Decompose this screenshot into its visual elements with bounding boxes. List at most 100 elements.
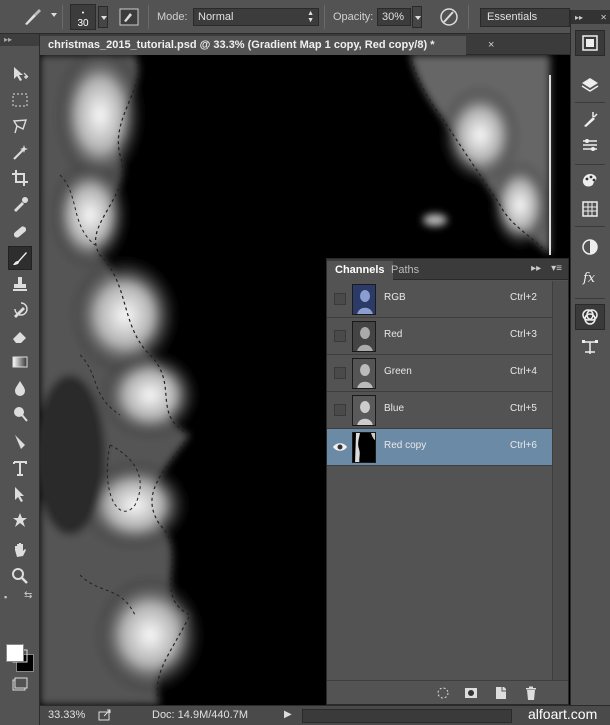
swatches-panel-icon[interactable] (575, 168, 605, 194)
mode-value: Normal (198, 11, 234, 23)
channel-name: Blue (384, 403, 405, 414)
channel-shortcut: Ctrl+3 (510, 329, 537, 340)
grid-panel-icon[interactable] (575, 196, 605, 222)
libraries-panel-icon[interactable] (575, 30, 605, 56)
channel-shortcut: Ctrl+5 (510, 403, 537, 414)
dodge-tool-icon[interactable] (8, 402, 32, 426)
brush-picker-dropdown[interactable] (98, 6, 108, 28)
blur-tool-icon[interactable] (8, 376, 32, 400)
marquee-tool-icon[interactable] (8, 88, 32, 112)
opacity-value: 30% (382, 11, 405, 23)
styles-fx-panel-icon[interactable]: fx (575, 264, 605, 290)
watermark-text: alfoart.com (528, 706, 598, 722)
opacity-label: Opacity: (333, 11, 374, 23)
document-tab-bar: christmas_2015_tutorial.psd @ 33.3% (Gra… (40, 34, 570, 55)
status-bar: 33.33% Doc: 14.9M/440.7M ▶ alfoart.com (40, 705, 610, 725)
crop-tool-icon[interactable] (8, 166, 32, 190)
visibility-toggle[interactable] (334, 404, 346, 416)
screen-mode-icon[interactable] (8, 672, 32, 696)
visibility-toggle[interactable] (334, 330, 346, 342)
channel-shortcut: Ctrl+2 (510, 292, 537, 303)
save-selection-as-channel-icon[interactable] (463, 685, 479, 701)
toolbox-collapse-icon[interactable]: ▸▸ (0, 34, 39, 46)
channel-name: Red copy (384, 440, 427, 451)
swap-colors-icon[interactable]: ⇆ (24, 590, 32, 601)
channel-shortcut: Ctrl+4 (510, 366, 537, 377)
channel-name: Red (384, 329, 403, 340)
path-selection-tool-icon[interactable] (8, 482, 32, 506)
close-dock-icon[interactable]: ✕ (600, 13, 607, 22)
tool-preset-dropdown-arrow[interactable] (48, 13, 57, 17)
channel-row-red-copy[interactable]: Red copy Ctrl+6 (327, 429, 552, 466)
status-menu-arrow-icon[interactable]: ▶ (284, 709, 292, 720)
horizontal-scrollbar[interactable] (302, 709, 512, 723)
channel-name: Green (384, 366, 412, 377)
channels-panel: Channels Paths ▸▸ ▾≡ RGB Ctrl+2 Red Ctrl+… (326, 258, 569, 705)
right-panel-dock: ▸▸ ✕ fx (570, 10, 610, 705)
brush-panel-toggle-icon[interactable] (118, 7, 140, 27)
channel-thumbnail-red-copy (352, 432, 376, 463)
channels-panel-footer (327, 680, 568, 704)
toolbox: ▸▸ ▪ ⇆ (0, 34, 40, 725)
svg-text:fx: fx (582, 271, 596, 286)
layers-panel-icon[interactable] (575, 72, 605, 98)
dock-header[interactable]: ▸▸ ✕ (571, 10, 610, 24)
share-icon[interactable] (98, 708, 112, 725)
tablet-pressure-opacity-icon[interactable] (438, 6, 460, 28)
type-tool-icon[interactable] (8, 456, 32, 480)
channel-row-rgb[interactable]: RGB Ctrl+2 (327, 281, 552, 318)
channel-row-red[interactable]: Red Ctrl+3 (327, 318, 552, 355)
adjustment-layer-panel-icon[interactable] (575, 234, 605, 260)
visibility-toggle[interactable] (334, 293, 346, 305)
adjustments-panel-icon[interactable] (575, 132, 605, 158)
expand-panels-icon[interactable]: ▸▸ (575, 13, 583, 22)
brush-tool-icon[interactable] (8, 246, 32, 270)
zoom-level[interactable]: 33.33% (48, 709, 85, 721)
opacity-dropdown[interactable] (412, 6, 422, 28)
move-tool-icon[interactable] (8, 62, 32, 86)
channels-panel-icon[interactable] (575, 304, 605, 330)
hand-tool-icon[interactable] (8, 538, 32, 562)
channel-row-blue[interactable]: Blue Ctrl+5 (327, 392, 552, 429)
brush-tool-preset-icon[interactable] (22, 7, 44, 27)
channel-shortcut: Ctrl+6 (510, 440, 537, 451)
workspace-switcher[interactable]: Essentials (480, 8, 570, 27)
gradient-tool-icon[interactable] (8, 350, 32, 374)
document-tab[interactable]: christmas_2015_tutorial.psd @ 33.3% (Gra… (40, 36, 466, 55)
brush-size-value: 30 (77, 18, 89, 29)
visibility-toggle[interactable] (334, 367, 346, 379)
opacity-input[interactable]: 30% (377, 8, 411, 26)
zoom-tool-icon[interactable] (8, 564, 32, 588)
channel-thumbnail-green (352, 358, 376, 389)
collapse-panel-icon[interactable]: ▸▸ (531, 263, 541, 274)
healing-brush-tool-icon[interactable] (8, 220, 32, 244)
magic-wand-tool-icon[interactable] (8, 140, 32, 164)
history-brush-tool-icon[interactable] (8, 298, 32, 322)
close-document-icon[interactable]: × (488, 39, 494, 51)
load-channel-as-selection-icon[interactable] (435, 685, 451, 701)
eyedropper-tool-icon[interactable] (8, 192, 32, 216)
mode-label: Mode: (157, 11, 188, 23)
panel-menu-icon[interactable]: ▾≡ (551, 263, 562, 274)
new-channel-icon[interactable] (493, 685, 509, 701)
lasso-tool-icon[interactable] (8, 114, 32, 138)
eraser-tool-icon[interactable] (8, 324, 32, 348)
brush-presets-panel-icon[interactable] (575, 106, 605, 132)
channels-panel-tabs: Channels Paths ▸▸ ▾≡ (327, 259, 568, 280)
mode-select[interactable]: Normal ▲ ▼ (193, 8, 319, 26)
channel-name: RGB (384, 292, 406, 303)
channels-scrollbar[interactable] (552, 281, 568, 681)
tab-paths[interactable]: Paths (383, 261, 427, 280)
default-colors-icon[interactable]: ▪ (4, 592, 7, 602)
pen-tool-icon[interactable] (8, 430, 32, 454)
clone-stamp-tool-icon[interactable] (8, 272, 32, 296)
eye-icon[interactable] (332, 439, 348, 455)
channel-thumbnail-blue (352, 395, 376, 426)
document-title: christmas_2015_tutorial.psd @ 33.3% (Gra… (48, 39, 435, 51)
paths-panel-icon[interactable] (575, 334, 605, 360)
brush-size-picker[interactable]: • 30 (70, 4, 96, 30)
channel-row-green[interactable]: Green Ctrl+4 (327, 355, 552, 392)
foreground-color-swatch[interactable] (6, 644, 24, 662)
custom-shape-tool-icon[interactable] (8, 508, 32, 532)
delete-channel-icon[interactable] (523, 685, 539, 701)
